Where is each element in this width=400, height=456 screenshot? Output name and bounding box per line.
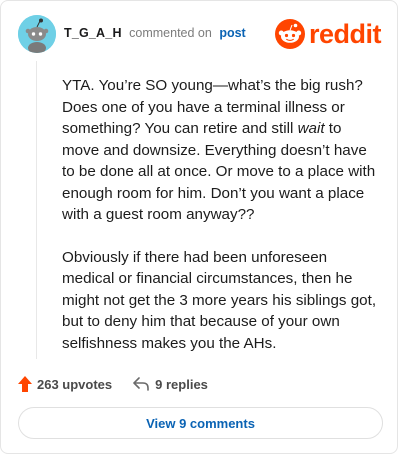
comment-card: T_G_A_H commented on post reddit YTA. Yo… [0,0,398,454]
view-comments-button[interactable]: View 9 comments [18,407,383,439]
thread-line [36,61,37,359]
emphasis-text: wait [297,120,325,137]
reddit-wordmark: reddit [308,19,382,49]
replies-button[interactable]: 9 replies [133,377,208,392]
comment-paragraph-2: Obviously if there had been unforeseen m… [62,248,377,352]
upvote-arrow-icon [18,376,32,392]
commented-on-label: commented on [129,26,212,40]
comment-actions: 263 upvotes 9 replies [18,374,208,394]
username-link[interactable]: T_G_A_H [64,26,122,40]
comment-body: YTA. You’re SO young—what’s the big rush… [62,75,380,375]
comment-meta: T_G_A_H commented on post [64,26,246,40]
post-link[interactable]: post [219,26,245,40]
reply-count: 9 replies [155,376,208,392]
snoo-avatar-icon [18,15,56,53]
upvote-button[interactable]: 263 upvotes [18,376,112,392]
avatar[interactable] [18,15,56,53]
reddit-logo[interactable]: reddit [274,16,382,52]
reddit-snoo-icon [274,19,305,49]
reply-arrow-icon [133,377,149,391]
comment-header: T_G_A_H commented on post reddit [18,15,382,55]
comment-paragraph-1: YTA. You’re SO young—what’s the big rush… [62,77,376,223]
upvote-count: 263 upvotes [37,376,113,392]
